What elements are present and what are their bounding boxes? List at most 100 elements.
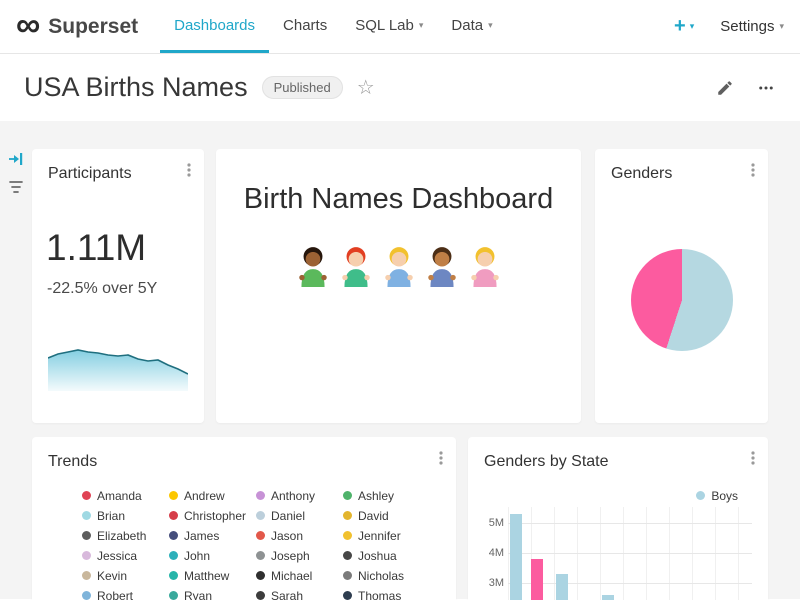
legend-label: Matthew <box>184 569 229 583</box>
legend-item-sarah[interactable]: Sarah <box>256 589 343 600</box>
legend-item-michael[interactable]: Michael <box>256 569 343 582</box>
bar-boys-2[interactable] <box>556 574 568 600</box>
gridline <box>508 583 752 584</box>
legend-label: James <box>184 529 219 543</box>
new-item-button[interactable]: + ▾ <box>674 15 694 38</box>
legend-dot-icon <box>169 491 178 500</box>
kebab-menu-icon[interactable] <box>434 450 448 471</box>
bar-boys-1[interactable] <box>510 514 522 600</box>
nav-item-label: Data <box>451 17 483 34</box>
legend-item-john[interactable]: John <box>169 549 256 562</box>
filter-icon[interactable] <box>8 179 24 200</box>
legend-dot-icon <box>343 491 352 500</box>
settings-label: Settings <box>720 18 774 35</box>
legend-label: Joseph <box>271 549 310 563</box>
more-actions-icon[interactable] <box>756 79 776 97</box>
legend-item-elizabeth[interactable]: Elizabeth <box>82 529 169 542</box>
legend-item-thomas[interactable]: Thomas <box>343 589 430 600</box>
legend-item-boys[interactable]: Boys <box>696 489 738 502</box>
legend-label: Robert <box>97 589 133 600</box>
legend-item-anthony[interactable]: Anthony <box>256 489 343 502</box>
kebab-menu-icon[interactable] <box>182 162 196 183</box>
legend-item-brian[interactable]: Brian <box>82 509 169 522</box>
legend-item-robert[interactable]: Robert <box>82 589 169 600</box>
legend-item-nicholas[interactable]: Nicholas <box>343 569 430 582</box>
legend-label: Christopher <box>184 509 246 523</box>
edit-pencil-icon[interactable] <box>716 79 734 97</box>
legend-item-andrew[interactable]: Andrew <box>169 489 256 502</box>
child-figure-4 <box>425 245 459 292</box>
dashboard-body: Participants 1.11M -22.5% over 5Y Birth … <box>0 121 800 599</box>
favorite-star-icon[interactable]: ☆ <box>357 75 375 100</box>
card-title: Participants <box>48 165 132 183</box>
legend-dot-icon <box>256 511 265 520</box>
legend-item-david[interactable]: David <box>343 509 430 522</box>
legend-dot-icon <box>169 591 178 600</box>
nav-item-data[interactable]: Data ▾ <box>437 0 506 53</box>
superset-app: ∞ Superset Dashboards Charts SQL Lab▾ Data ▾… <box>0 0 800 599</box>
legend-item-christopher[interactable]: Christopher <box>169 509 256 522</box>
legend-label: Daniel <box>271 509 305 523</box>
nav-item-sql-lab[interactable]: SQL Lab▾ <box>341 0 437 53</box>
legend-item-amanda[interactable]: Amanda <box>82 489 169 502</box>
legend-item-ryan[interactable]: Ryan <box>169 589 256 600</box>
card-title: Trends <box>48 453 97 471</box>
legend-dot-icon <box>82 511 91 520</box>
legend-item-jason[interactable]: Jason <box>256 529 343 542</box>
kebab-menu-icon[interactable] <box>746 450 760 471</box>
legend-dot-icon <box>82 491 91 500</box>
legend-item-joseph[interactable]: Joseph <box>256 549 343 562</box>
legend-item-jessica[interactable]: Jessica <box>82 549 169 562</box>
bar-girls-1[interactable] <box>531 559 543 600</box>
legend-item-daniel[interactable]: Daniel <box>256 509 343 522</box>
participants-card: Participants 1.11M -22.5% over 5Y <box>32 149 204 423</box>
expand-filter-bar-icon[interactable] <box>8 151 24 172</box>
legend-label: Elizabeth <box>97 529 146 543</box>
legend-dot-icon <box>82 531 91 540</box>
nav-right: + ▾ Settings ▾ <box>674 0 784 53</box>
genders-card: Genders <box>595 149 768 423</box>
nav-item-dashboards[interactable]: Dashboards <box>160 0 269 53</box>
legend-item-kevin[interactable]: Kevin <box>82 569 169 582</box>
legend-dot-icon <box>256 491 265 500</box>
kebab-menu-icon[interactable] <box>746 162 760 183</box>
big-number-subheader: -22.5% over 5Y <box>47 280 157 298</box>
nav-item-label: SQL Lab <box>355 17 414 34</box>
legend-item-jennifer[interactable]: Jennifer <box>343 529 430 542</box>
legend-dot-icon <box>169 511 178 520</box>
trends-card: Trends Amanda Andrew Anthony Ashley Brian Chr… <box>32 437 456 600</box>
legend-label: Thomas <box>358 589 401 600</box>
legend-dot-icon <box>343 511 352 520</box>
legend-label: Jessica <box>97 549 137 563</box>
gridline <box>508 553 752 554</box>
card-title: Genders by State <box>484 453 609 471</box>
brand-home-link[interactable]: ∞ Superset <box>16 0 138 53</box>
bar-boys-3[interactable] <box>602 595 614 600</box>
legend-label: Michael <box>271 569 312 583</box>
genders-pie-chart[interactable] <box>631 249 733 351</box>
y-axis-tick-label: 3M <box>484 577 504 589</box>
child-figure-3 <box>382 245 416 292</box>
legend-dot-icon <box>82 551 91 560</box>
y-axis-tick-label: 4M <box>484 547 504 559</box>
birth-names-markdown-card: Birth Names Dashboard <box>216 149 581 423</box>
nav-item-label: Charts <box>283 17 327 34</box>
page-title: USA Births Names <box>24 72 248 103</box>
child-figure-2 <box>339 245 373 292</box>
legend-label: Andrew <box>184 489 225 503</box>
navbar: ∞ Superset Dashboards Charts SQL Lab▾ Data ▾… <box>0 0 800 54</box>
legend-label: Anthony <box>271 489 315 503</box>
legend-dot-icon <box>256 551 265 560</box>
legend-item-ashley[interactable]: Ashley <box>343 489 430 502</box>
legend-dot-icon <box>343 531 352 540</box>
legend-dot-icon <box>82 591 91 600</box>
legend-item-joshua[interactable]: Joshua <box>343 549 430 562</box>
legend-item-matthew[interactable]: Matthew <box>169 569 256 582</box>
settings-menu[interactable]: Settings ▾ <box>720 18 784 35</box>
legend-dot-icon <box>256 531 265 540</box>
chevron-down-icon: ▾ <box>488 20 493 31</box>
legend-item-james[interactable]: James <box>169 529 256 542</box>
published-badge[interactable]: Published <box>262 76 343 99</box>
legend-dot-icon <box>169 551 178 560</box>
nav-item-charts[interactable]: Charts <box>269 0 341 53</box>
